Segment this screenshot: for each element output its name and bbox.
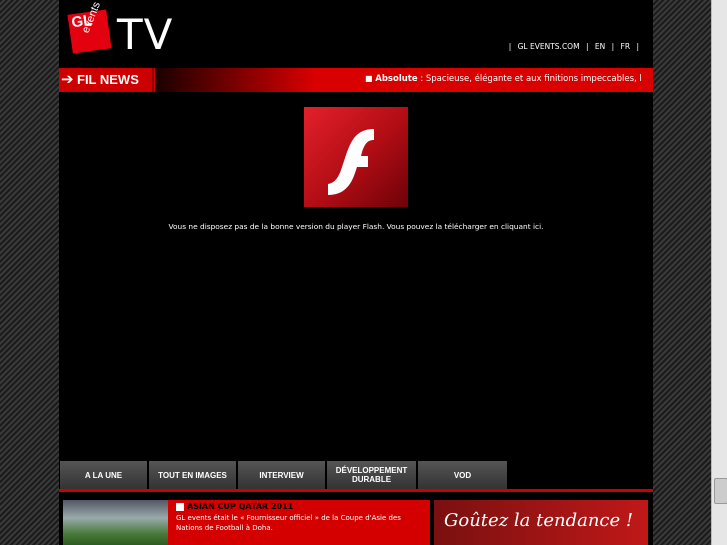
scrollbar-thumb[interactable]	[714, 478, 727, 504]
bullet-icon: ■	[365, 74, 373, 83]
gl-events-link[interactable]: GL EVENTS.COM	[518, 42, 580, 51]
tv-title: TV	[117, 10, 174, 59]
separator: |	[585, 42, 589, 51]
ad-banner[interactable]: Goûtez la tendance !	[434, 500, 648, 545]
news-title[interactable]: ASIAN CUP QATAR 2011	[187, 502, 293, 511]
nav-a-la-une[interactable]: A LA UNE	[60, 461, 147, 489]
stadium-image[interactable]	[63, 500, 168, 545]
news-teaser[interactable]: ASIAN CUP QATAR 2011 GL events était le …	[63, 500, 430, 545]
ticker-headline: Absolute	[375, 74, 418, 84]
lang-fr-link[interactable]: FR	[621, 42, 631, 51]
lang-en-link[interactable]: EN	[595, 42, 605, 51]
arrow-right-icon: ➔	[61, 70, 74, 88]
ticker-item[interactable]: ■ Absolute : Spacieuse, élégante et aux …	[365, 74, 642, 84]
news-ticker: ➔ FIL NEWS ■ Absolute : Spacieuse, éléga…	[59, 68, 653, 92]
ticker-text: : Spacieuse, élégante et aux finitions i…	[417, 74, 642, 84]
separator: |	[636, 42, 639, 51]
flash-player-icon[interactable]	[304, 107, 408, 207]
top-links: | GL EVENTS.COM | EN | FR |	[507, 42, 641, 51]
ticker-label: FIL NEWS	[77, 72, 139, 87]
nav-vod[interactable]: VOD	[418, 461, 507, 489]
nav-developpement-durable[interactable]: DÉVELOPPEMENT DURABLE	[327, 461, 416, 489]
page: GL events TV | GL EVENTS.COM | EN | FR |…	[59, 0, 653, 545]
separator: |	[611, 42, 615, 51]
nav-interview[interactable]: INTERVIEW	[238, 461, 325, 489]
separator: |	[508, 42, 512, 51]
vertical-scrollbar[interactable]	[711, 0, 727, 545]
news-body: GL events était le « Fournisseur officie…	[176, 514, 401, 532]
divider	[59, 489, 653, 492]
news-tag-icon	[176, 503, 184, 511]
flash-message[interactable]: Vous ne disposez pas de la bonne version…	[59, 222, 653, 231]
gl-events-logo[interactable]: GL events	[67, 0, 112, 54]
ad-text: Goûtez la tendance !	[444, 510, 634, 531]
ticker-header: ➔ FIL NEWS	[59, 68, 154, 92]
ticker-fade	[155, 68, 315, 92]
nav-tout-en-images[interactable]: TOUT EN IMAGES	[149, 461, 236, 489]
